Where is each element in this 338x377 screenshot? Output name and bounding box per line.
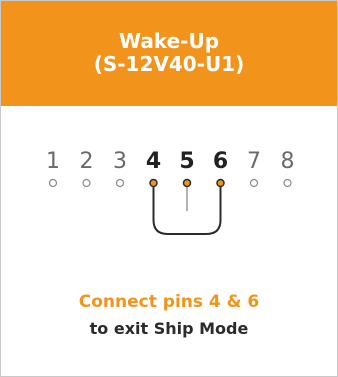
- pin-contact-2: [82, 178, 91, 188]
- instruction-text: to exit Ship Mode: [89, 319, 249, 338]
- card-title: Wake-Up: [118, 29, 220, 53]
- pin-label-8: 8: [281, 149, 295, 174]
- pin-contact-3: [115, 178, 125, 188]
- card-header: Wake-Up (S-12V40-U1): [1, 1, 337, 106]
- pin-contact-1: [48, 178, 58, 188]
- pin-contact-4: [149, 178, 158, 188]
- pin-label-6: 6: [213, 149, 228, 174]
- pin-contact-5: [182, 178, 192, 188]
- pin-label-4: 4: [146, 149, 161, 174]
- pin-label-7: 7: [247, 149, 261, 174]
- instruction-highlight: Connect pins 4 & 6: [78, 292, 260, 312]
- pin-label-1: 1: [46, 149, 60, 174]
- pin-label-5: 5: [179, 149, 194, 174]
- pin-contact-8: [283, 178, 292, 188]
- wake-up-card: Wake-Up (S-12V40-U1) 12345678 Connect pi…: [0, 0, 338, 377]
- pin-contact-7: [249, 178, 259, 188]
- pin-label-3: 3: [113, 149, 127, 174]
- pin-label-2: 2: [80, 149, 94, 174]
- pin-diagram-svg: 12345678: [46, 149, 295, 235]
- pin-contact-6: [216, 178, 225, 188]
- pin-diagram: 12345678: [1, 106, 337, 276]
- card-model-number: (S-12V40-U1): [93, 52, 245, 76]
